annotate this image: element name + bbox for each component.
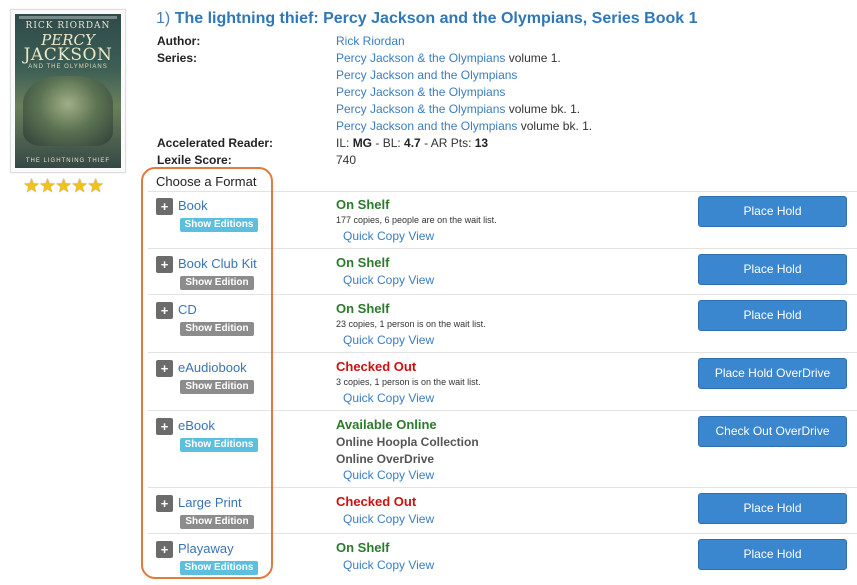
ar-book-level: 4.7	[404, 136, 421, 150]
cover-blurb-line	[19, 16, 117, 19]
place-hold-button[interactable]: Place Hold	[698, 493, 847, 524]
star-rating[interactable]: ★★★★★	[23, 176, 104, 196]
status-on-shelf: On Shelf	[336, 301, 390, 316]
status-checked-out: Checked Out	[336, 359, 417, 374]
series-link[interactable]: Percy Jackson and the Olympians	[336, 119, 517, 133]
author-label: Author:	[157, 34, 201, 48]
source-hoopla: Online Hoopla Collection	[336, 435, 479, 449]
quick-copy-view-link[interactable]: Quick Copy View	[343, 512, 434, 526]
book-cover-image[interactable]: RICK RIORDAN PERCY JACKSON AND THE OLYMP…	[15, 14, 121, 168]
accelerated-reader-label: Accelerated Reader:	[157, 136, 274, 150]
series-link[interactable]: Percy Jackson & the Olympians	[336, 51, 505, 65]
author-link[interactable]: Rick Riordan	[336, 34, 405, 48]
quick-copy-view-link[interactable]: Quick Copy View	[343, 333, 434, 347]
series-link[interactable]: Percy Jackson & the Olympians	[336, 102, 505, 116]
series-label: Series:	[157, 51, 198, 65]
title-row: 1) The lightning thief: Percy Jackson an…	[156, 10, 697, 28]
title-link[interactable]: The lightning thief: Percy Jackson and t…	[175, 10, 698, 27]
ar-points: 13	[474, 136, 489, 150]
series-entry: Percy Jackson & the Olympians volume 1.	[336, 51, 561, 65]
quick-copy-view-link[interactable]: Quick Copy View	[343, 391, 434, 405]
series-link[interactable]: Percy Jackson and the Olympians	[336, 68, 517, 82]
result-number: 1)	[156, 10, 171, 27]
lexile-value: 740	[336, 153, 357, 167]
format-highlight-outline	[141, 167, 273, 579]
status-on-shelf: On Shelf	[336, 197, 390, 212]
copies-info: 23 copies, 1 person is on the wait list.	[336, 319, 486, 329]
status-on-shelf: On Shelf	[336, 540, 390, 555]
series-volume: volume bk. 1.	[517, 119, 593, 133]
ar-bl-prefix: - BL:	[372, 136, 405, 150]
quick-copy-view-link[interactable]: Quick Copy View	[343, 229, 434, 243]
series-entry: Percy Jackson and the Olympians	[336, 68, 517, 82]
cover-title-line3: AND THE OLYMPIANS	[28, 64, 108, 70]
place-hold-button[interactable]: Place Hold	[698, 196, 847, 227]
status-checked-out: Checked Out	[336, 494, 417, 509]
copies-info: 3 copies, 1 person is on the wait list.	[336, 377, 481, 387]
cover-illustration	[23, 76, 113, 146]
series-volume: volume bk. 1.	[505, 102, 581, 116]
author-value: Rick Riordan	[336, 34, 405, 48]
ar-pts-prefix: - AR Pts:	[420, 136, 475, 150]
copies-info: 177 copies, 6 people are on the wait lis…	[336, 215, 497, 225]
quick-copy-view-link[interactable]: Quick Copy View	[343, 273, 434, 287]
series-entry: Percy Jackson and the Olympians volume b…	[336, 119, 592, 133]
cover-author: RICK RIORDAN	[25, 21, 111, 31]
status-on-shelf: On Shelf	[336, 255, 390, 270]
place-hold-button[interactable]: Place Hold	[698, 539, 847, 570]
cover-bottom-title: THE LIGHTNING THIEF	[25, 158, 111, 164]
check-out-overdrive-button[interactable]: Check Out OverDrive	[698, 416, 847, 447]
quick-copy-view-link[interactable]: Quick Copy View	[343, 558, 434, 572]
place-hold-button[interactable]: Place Hold	[698, 254, 847, 285]
series-entry: Percy Jackson & the Olympians	[336, 85, 505, 99]
series-link[interactable]: Percy Jackson & the Olympians	[336, 85, 505, 99]
place-hold-overdrive-button[interactable]: Place Hold OverDrive	[698, 358, 847, 389]
status-available-online: Available Online	[336, 417, 437, 432]
series-entry: Percy Jackson & the Olympians volume bk.…	[336, 102, 580, 116]
cover-title-line2: JACKSON	[23, 45, 113, 65]
lexile-label: Lexile Score:	[157, 153, 232, 167]
place-hold-button[interactable]: Place Hold	[698, 300, 847, 331]
accelerated-reader-value: IL: MG - BL: 4.7 - AR Pts: 13	[336, 136, 488, 150]
source-overdrive: Online OverDrive	[336, 452, 435, 466]
ar-il-prefix: IL:	[336, 136, 353, 150]
series-volume: volume 1.	[505, 51, 561, 65]
quick-copy-view-link[interactable]: Quick Copy View	[343, 468, 434, 482]
ar-interest-level: MG	[352, 136, 373, 150]
